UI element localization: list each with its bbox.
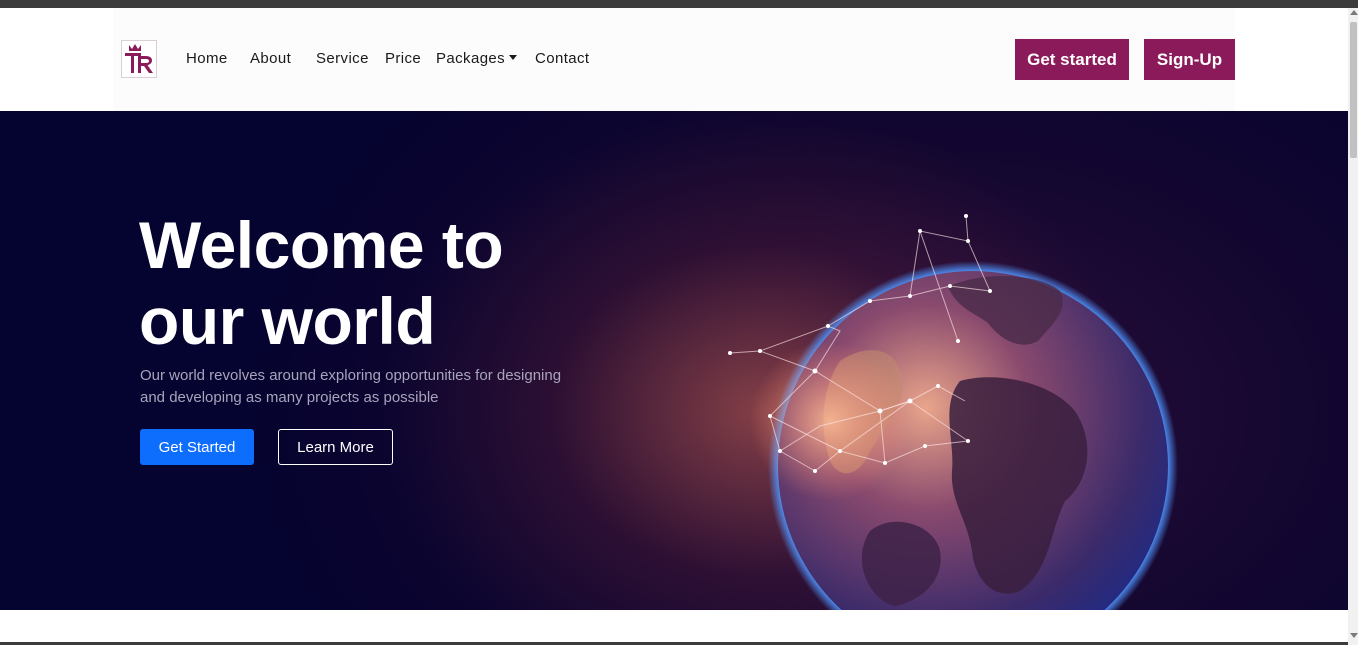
hero-get-started-button[interactable]: Get Started (140, 429, 254, 465)
hero-subtitle: Our world revolves around exploring oppo… (140, 365, 580, 409)
hero-learn-more-button[interactable]: Learn More (278, 429, 393, 465)
get-started-nav-button[interactable]: Get started (1015, 39, 1129, 80)
hero-section: Welcome to our world Our world revolves … (0, 111, 1348, 610)
tr-logo-icon (125, 44, 153, 73)
signup-button[interactable]: Sign-Up (1144, 39, 1235, 80)
scroll-up-icon[interactable] (1350, 10, 1358, 15)
globe-network-icon (728, 214, 1178, 610)
nav-link-about[interactable]: About (250, 50, 291, 67)
nav-link-price[interactable]: Price (385, 50, 421, 67)
nav-link-contact[interactable]: Contact (535, 50, 590, 67)
caret-down-icon (509, 55, 518, 60)
hero-title-line1: Welcome to (139, 208, 504, 282)
hero-subtitle-line2: and developing as many projects as possi… (140, 389, 439, 406)
nav-link-service[interactable]: Service (316, 50, 369, 67)
nav-link-home[interactable]: Home (186, 50, 228, 67)
nav-link-packages-label: Packages (436, 50, 506, 67)
hero-title: Welcome to our world (139, 207, 659, 359)
brand-logo[interactable] (121, 40, 157, 78)
nav-dropdown-packages[interactable]: Packages (436, 50, 518, 67)
scroll-down-icon[interactable] (1350, 633, 1358, 638)
browser-top-bar (0, 0, 1358, 8)
scrollbar-thumb[interactable] (1350, 22, 1357, 158)
hero-title-line2: our world (139, 284, 436, 358)
hero-subtitle-line1: Our world revolves around exploring oppo… (140, 367, 562, 384)
